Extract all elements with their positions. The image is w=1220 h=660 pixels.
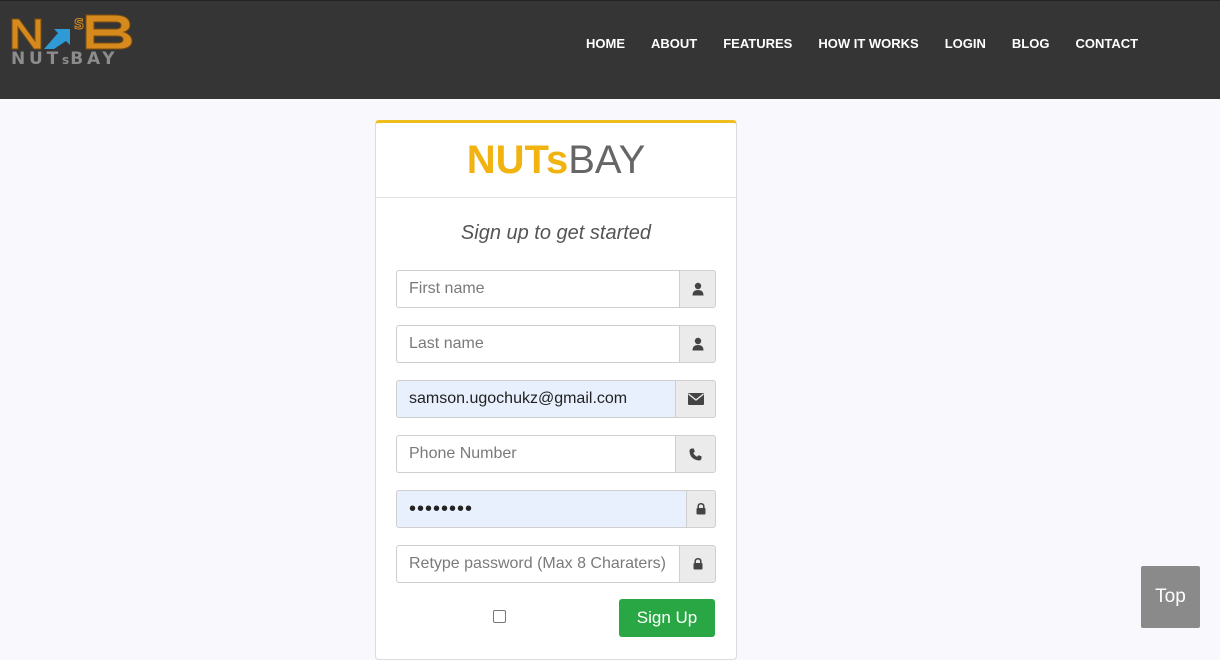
retype-password-field[interactable] — [396, 545, 679, 583]
logo-wordmark: NUTsBAY — [11, 49, 118, 69]
email-field[interactable] — [396, 380, 675, 418]
nav-about[interactable]: ABOUT — [651, 36, 697, 51]
svg-text:S: S — [74, 17, 84, 33]
main-nav: HOME ABOUT FEATURES HOW IT WORKS LOGIN B… — [586, 36, 1138, 51]
nav-how-it-works[interactable]: HOW IT WORKS — [818, 36, 918, 51]
nav-contact[interactable]: CONTACT — [1075, 36, 1138, 51]
envelope-icon — [675, 380, 716, 418]
password-field[interactable] — [396, 490, 686, 528]
nav-home[interactable]: HOME — [586, 36, 625, 51]
phone-icon — [675, 435, 716, 473]
signup-subtitle: Sign up to get started — [460, 222, 652, 244]
site-logo[interactable]: S NUTsBAY — [10, 13, 150, 69]
logo-text-post: BAY — [70, 49, 119, 69]
password-group — [396, 490, 716, 528]
user-icon — [679, 325, 716, 363]
email-group — [396, 380, 716, 418]
logo-text-small: s — [62, 53, 71, 67]
sign-up-button[interactable]: Sign Up — [619, 599, 715, 637]
last-name-group — [396, 325, 716, 363]
retype-password-group — [396, 545, 716, 583]
user-icon — [679, 270, 716, 308]
signup-card: NUTsBAY Sign up to get started First nam… — [375, 120, 737, 660]
phone-field[interactable] — [396, 435, 675, 473]
scroll-top-button[interactable]: Top — [1141, 566, 1200, 628]
card-title: NUTsBAY — [376, 123, 736, 198]
logo-text-pre: NUT — [11, 49, 63, 69]
lock-icon — [679, 545, 716, 583]
top-navbar: S NUTsBAY HOME ABOUT FEATURES HOW IT WOR… — [0, 0, 1220, 99]
nav-features[interactable]: FEATURES — [723, 36, 792, 51]
agree-checkbox[interactable] — [493, 610, 506, 623]
card-title-light: BAY — [568, 138, 646, 182]
first-name-group — [396, 270, 716, 308]
nav-login[interactable]: LOGIN — [945, 36, 986, 51]
nav-blog[interactable]: BLOG — [1012, 36, 1050, 51]
lock-icon — [686, 490, 716, 528]
card-title-bold: NUTs — [466, 138, 569, 182]
first-name-field[interactable] — [396, 270, 679, 308]
last-name-field[interactable] — [396, 325, 679, 363]
logo-mark-icon: S — [11, 14, 133, 50]
phone-group — [396, 435, 716, 473]
